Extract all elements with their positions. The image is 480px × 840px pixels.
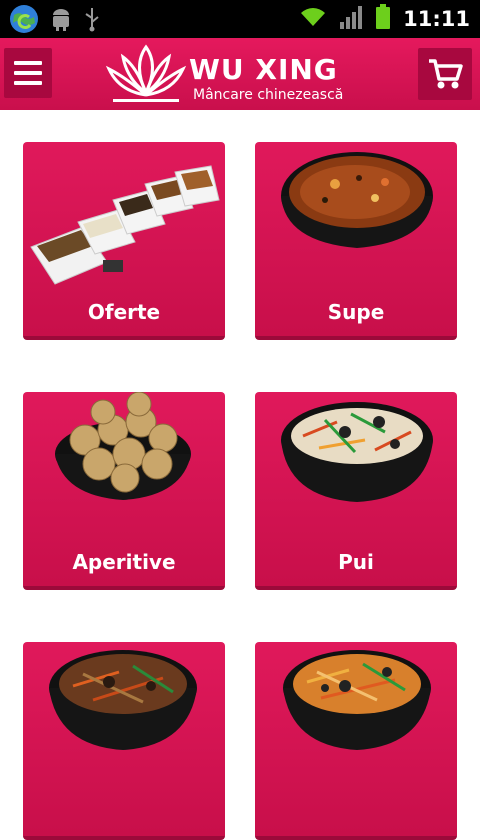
wifi-icon (299, 6, 327, 32)
app-subtitle: Mâncare chinezească (193, 87, 344, 103)
app-header: WU XING Mâncare chinezească (0, 38, 480, 110)
sesame-balls-image (55, 392, 191, 500)
usb-icon (82, 6, 102, 36)
cart-button[interactable] (418, 48, 472, 100)
app-title: WU XING (189, 53, 338, 86)
lotus-icon (105, 44, 187, 102)
category-tile-oferte[interactable]: Oferte (23, 142, 225, 340)
category-label: Pui (338, 550, 374, 574)
menu-icon-bar (14, 71, 42, 75)
app-logo: WU XING Mâncare chinezească (105, 43, 355, 107)
category-tile-pui[interactable]: Pui (255, 392, 457, 590)
noodles-bowl-image (283, 650, 431, 750)
category-label: Oferte (87, 300, 161, 324)
sync-globe-icon (8, 3, 40, 39)
category-grid: Oferte Supe Aperitive Pui (0, 110, 480, 840)
battery-icon (375, 4, 391, 34)
category-tile-supe[interactable]: Supe (255, 142, 457, 340)
beef-noodles-image (49, 650, 197, 750)
android-debug-icon (50, 7, 72, 35)
menu-icon-bar (14, 61, 42, 65)
chicken-noodles-image (281, 402, 433, 502)
status-time: 11:11 (403, 7, 470, 31)
takeout-boxes-image (30, 165, 220, 285)
category-label: Aperitive (72, 550, 176, 574)
menu-button[interactable] (4, 48, 52, 98)
soup-bowl-image (281, 152, 433, 248)
category-tile-6[interactable] (255, 642, 457, 840)
category-tile-aperitive[interactable]: Aperitive (23, 392, 225, 590)
category-tile-5[interactable] (23, 642, 225, 840)
category-label: Supe (327, 300, 385, 324)
signal-icon (339, 4, 363, 34)
status-bar: 11:11 (0, 0, 480, 38)
shopping-cart-icon (429, 59, 463, 89)
menu-icon-bar (14, 81, 42, 85)
